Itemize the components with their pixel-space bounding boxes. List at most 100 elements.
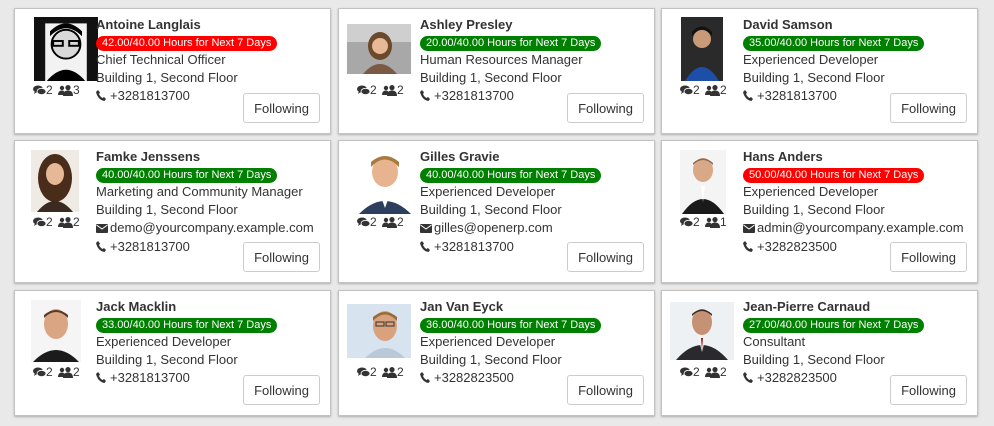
hours-badge: 40.00/40.00 Hours for Next 7 Days xyxy=(420,168,602,183)
employee-stats: 2 2 xyxy=(680,83,750,99)
following-button[interactable]: Following xyxy=(567,242,644,272)
employee-photo[interactable] xyxy=(681,17,723,81)
email-line: gilles@openerp.com xyxy=(420,219,650,238)
phone-icon xyxy=(96,239,108,257)
employee-card[interactable]: 2 3 Antoine Langlais 42.00/40.00 Hours f… xyxy=(14,8,331,134)
followers-icon xyxy=(58,84,74,96)
message-count: 2 xyxy=(370,83,377,97)
email-line: demo@yourcompany.example.com xyxy=(96,219,326,238)
followers-icon xyxy=(705,216,721,228)
employee-photo[interactable] xyxy=(347,24,411,74)
message-count: 2 xyxy=(370,215,377,229)
followers-icon xyxy=(705,84,721,96)
employee-info: Hans Anders 50.00/40.00 Hours for Next 7… xyxy=(743,148,973,257)
following-button[interactable]: Following xyxy=(890,93,967,123)
employee-name[interactable]: Ashley Presley xyxy=(420,16,650,34)
job-title: Consultant xyxy=(743,334,806,349)
comments-icon xyxy=(33,217,46,227)
employee-photo[interactable] xyxy=(31,300,81,362)
comments-icon xyxy=(33,367,46,377)
message-count: 2 xyxy=(46,215,53,229)
employee-card[interactable]: 2 2 Ashley Presley 20.00/40.00 Hours for… xyxy=(338,8,655,134)
job-title: Experienced Developer xyxy=(420,184,556,199)
phone-icon xyxy=(96,370,108,388)
following-button[interactable]: Following xyxy=(890,375,967,405)
employee-card[interactable]: 2 1 Hans Anders 50.00/40.00 Hours for Ne… xyxy=(661,140,978,283)
employee-card[interactable]: 2 2 David Samson 35.00/40.00 Hours for N… xyxy=(661,8,978,134)
employee-name[interactable]: Jack Macklin xyxy=(96,298,326,316)
employee-card[interactable]: 2 2 Gilles Gravie 40.00/40.00 Hours for … xyxy=(338,140,655,283)
comments-icon xyxy=(357,85,370,95)
work-phone: +3282823500 xyxy=(757,370,837,385)
employee-name[interactable]: Jean-Pierre Carnaud xyxy=(743,298,973,316)
employee-stats: 2 3 xyxy=(33,83,103,99)
employee-name[interactable]: Gilles Gravie xyxy=(420,148,650,166)
message-count: 2 xyxy=(693,365,700,379)
work-email[interactable]: admin@yourcompany.example.com xyxy=(757,220,964,235)
work-email[interactable]: demo@yourcompany.example.com xyxy=(110,220,314,235)
employee-stats: 2 2 xyxy=(680,365,750,381)
employee-name[interactable]: David Samson xyxy=(743,16,973,34)
work-location: Building 1, Second Floor xyxy=(420,70,562,85)
employee-name[interactable]: Jan Van Eyck xyxy=(420,298,650,316)
employee-info: Famke Jenssens 40.00/40.00 Hours for Nex… xyxy=(96,148,326,257)
employee-kanban-grid: 2 3 Antoine Langlais 42.00/40.00 Hours f… xyxy=(0,0,994,426)
employee-stats: 2 1 xyxy=(680,215,750,231)
following-button[interactable]: Following xyxy=(243,375,320,405)
employee-card[interactable]: 2 2 Jan Van Eyck 36.00/40.00 Hours for N… xyxy=(338,290,655,416)
comments-icon xyxy=(357,217,370,227)
job-title: Experienced Developer xyxy=(420,334,556,349)
work-location: Building 1, Second Floor xyxy=(96,202,238,217)
follower-count: 1 xyxy=(720,215,727,229)
employee-name[interactable]: Famke Jenssens xyxy=(96,148,326,166)
employee-name[interactable]: Antoine Langlais xyxy=(96,16,326,34)
work-phone: +3282823500 xyxy=(434,370,514,385)
follower-count: 2 xyxy=(397,83,404,97)
phone-icon xyxy=(420,370,432,388)
employee-card[interactable]: 2 2 Famke Jenssens 40.00/40.00 Hours for… xyxy=(14,140,331,283)
envelope-icon xyxy=(96,220,108,238)
work-location: Building 1, Second Floor xyxy=(96,352,238,367)
work-location: Building 1, Second Floor xyxy=(743,70,885,85)
phone-icon xyxy=(743,239,755,257)
email-line: admin@yourcompany.example.com xyxy=(743,219,973,238)
follower-count: 2 xyxy=(720,365,727,379)
comments-icon xyxy=(680,217,693,227)
following-button[interactable]: Following xyxy=(243,93,320,123)
employee-photo[interactable] xyxy=(670,302,734,360)
message-count: 2 xyxy=(693,215,700,229)
followers-icon xyxy=(382,84,398,96)
job-title: Experienced Developer xyxy=(96,334,232,349)
employee-info: Gilles Gravie 40.00/40.00 Hours for Next… xyxy=(420,148,650,257)
followers-icon xyxy=(58,366,74,378)
work-location: Building 1, Second Floor xyxy=(743,352,885,367)
employee-stats: 2 2 xyxy=(357,365,427,381)
following-button[interactable]: Following xyxy=(243,242,320,272)
message-count: 2 xyxy=(693,83,700,97)
employee-name[interactable]: Hans Anders xyxy=(743,148,973,166)
follower-count: 2 xyxy=(720,83,727,97)
follower-count: 2 xyxy=(397,365,404,379)
envelope-icon xyxy=(420,220,432,238)
phone-icon xyxy=(743,88,755,106)
following-button[interactable]: Following xyxy=(567,375,644,405)
work-email[interactable]: gilles@openerp.com xyxy=(434,220,553,235)
followers-icon xyxy=(705,366,721,378)
employee-photo[interactable] xyxy=(347,304,411,358)
followers-icon xyxy=(382,366,398,378)
work-phone: +3281813700 xyxy=(110,88,190,103)
employee-photo[interactable] xyxy=(34,17,98,81)
following-button[interactable]: Following xyxy=(567,93,644,123)
comments-icon xyxy=(357,367,370,377)
employee-photo[interactable] xyxy=(355,150,415,214)
hours-badge: 27.00/40.00 Hours for Next 7 Days xyxy=(743,318,925,333)
employee-card[interactable]: 2 2 Jack Macklin 33.00/40.00 Hours for N… xyxy=(14,290,331,416)
hours-badge: 33.00/40.00 Hours for Next 7 Days xyxy=(96,318,278,333)
follower-count: 2 xyxy=(397,215,404,229)
employee-card[interactable]: 2 2 Jean-Pierre Carnaud 27.00/40.00 Hour… xyxy=(661,290,978,416)
employee-photo[interactable] xyxy=(31,150,79,212)
phone-icon xyxy=(420,239,432,257)
following-button[interactable]: Following xyxy=(890,242,967,272)
employee-photo[interactable] xyxy=(680,150,726,214)
work-phone: +3281813700 xyxy=(110,239,190,254)
